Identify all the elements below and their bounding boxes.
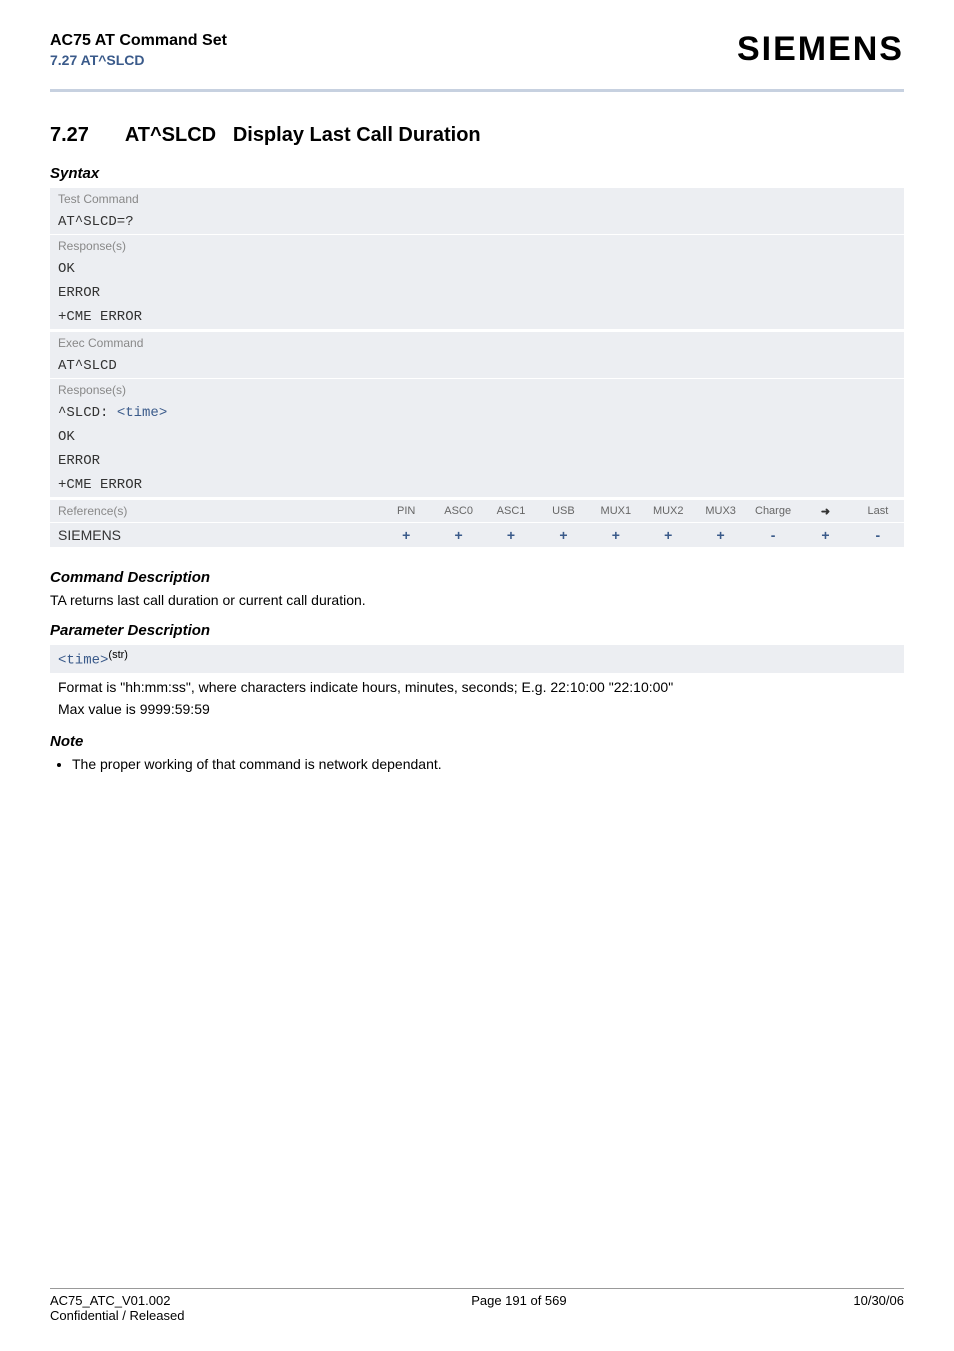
ref-col: Charge	[747, 501, 799, 522]
test-response-label: Response(s)	[50, 235, 904, 257]
exec-response-line: ^SLCD: <time>	[50, 401, 904, 425]
ref-val: +	[380, 523, 432, 547]
doc-subtitle: 7.27 AT^SLCD	[50, 52, 227, 68]
parameter-desc-line: Max value is 9999:59:59	[58, 701, 904, 717]
reference-label: Reference(s)	[50, 500, 380, 522]
exec-response-label: Response(s)	[50, 379, 904, 401]
test-response-line: ERROR	[50, 281, 904, 305]
ref-col: ASC1	[485, 501, 537, 522]
note-heading: Note	[50, 733, 904, 750]
ref-val: +	[590, 523, 642, 547]
ref-val: +	[432, 523, 484, 547]
ref-val: -	[747, 523, 799, 547]
section-cmd: AT^SLCD	[125, 124, 216, 146]
ref-col: MUX2	[642, 501, 694, 522]
section-desc: Display Last Call Duration	[233, 124, 481, 146]
exec-response-line: OK	[50, 425, 904, 449]
exec-response-line: +CME ERROR	[50, 473, 904, 497]
page-header: AC75 AT Command Set 7.27 AT^SLCD SIEMENS	[50, 30, 904, 83]
footer-classification: Confidential / Released	[50, 1308, 184, 1323]
footer-date: 10/30/06	[853, 1293, 904, 1323]
ref-col: Last	[852, 501, 904, 522]
footer-page-number: Page 191 of 569	[471, 1293, 566, 1323]
test-command-text: AT^SLCD=?	[50, 210, 904, 234]
ref-col-arrow-icon: ➜	[799, 501, 851, 522]
section-heading: 7.27 AT^SLCD Display Last Call Duration	[50, 124, 904, 147]
command-description-text: TA returns last call duration or current…	[50, 592, 904, 608]
parameter-name-box: <time>(str)	[50, 645, 904, 673]
ref-col: MUX1	[590, 501, 642, 522]
reference-header-row: Reference(s) PIN ASC0 ASC1 USB MUX1 MUX2…	[50, 500, 904, 522]
exec-resp-param: <time>	[117, 405, 167, 421]
exec-command-label: Exec Command	[50, 332, 904, 354]
syntax-heading: Syntax	[50, 165, 904, 182]
exec-command-text: AT^SLCD	[50, 354, 904, 378]
note-item: The proper working of that command is ne…	[72, 756, 904, 772]
reference-value-row: SIEMENS + + + + + + + - + -	[50, 523, 904, 547]
test-response-line: OK	[50, 257, 904, 281]
reference-vals: + + + + + + + - + -	[380, 523, 904, 547]
ref-col: PIN	[380, 501, 432, 522]
page-footer: AC75_ATC_V01.002 Confidential / Released…	[50, 1288, 904, 1323]
ref-val: -	[852, 523, 904, 547]
header-divider	[50, 89, 904, 92]
section-number: 7.27	[50, 124, 120, 147]
test-response-line: +CME ERROR	[50, 305, 904, 329]
header-left: AC75 AT Command Set 7.27 AT^SLCD	[50, 32, 227, 68]
ref-val: +	[799, 523, 851, 547]
ref-col: ASC0	[432, 501, 484, 522]
reference-cols: PIN ASC0 ASC1 USB MUX1 MUX2 MUX3 Charge …	[380, 501, 904, 522]
note-list: The proper working of that command is ne…	[72, 756, 904, 772]
ref-val: +	[694, 523, 746, 547]
ref-col: MUX3	[694, 501, 746, 522]
ref-val: +	[537, 523, 589, 547]
footer-left: AC75_ATC_V01.002 Confidential / Released	[50, 1293, 184, 1323]
parameter-description-heading: Parameter Description	[50, 622, 904, 639]
ref-col: USB	[537, 501, 589, 522]
test-command-label: Test Command	[50, 188, 904, 210]
footer-doc-version: AC75_ATC_V01.002	[50, 1293, 184, 1308]
test-command-block: Test Command AT^SLCD=? Response(s) OK ER…	[50, 188, 904, 329]
parameter-type: (str)	[108, 649, 128, 661]
footer-divider	[50, 1288, 904, 1289]
reference-vendor: SIEMENS	[50, 523, 380, 547]
parameter-desc-line: Format is "hh:mm:ss", where characters i…	[58, 679, 904, 695]
parameter-name: <time>	[58, 653, 108, 669]
brand-logo: SIEMENS	[737, 30, 904, 69]
command-description-heading: Command Description	[50, 569, 904, 586]
exec-resp-prefix: ^SLCD:	[58, 405, 117, 421]
ref-val: +	[642, 523, 694, 547]
exec-command-block: Exec Command AT^SLCD Response(s) ^SLCD: …	[50, 332, 904, 497]
doc-title: AC75 AT Command Set	[50, 32, 227, 50]
ref-val: +	[485, 523, 537, 547]
exec-response-line: ERROR	[50, 449, 904, 473]
